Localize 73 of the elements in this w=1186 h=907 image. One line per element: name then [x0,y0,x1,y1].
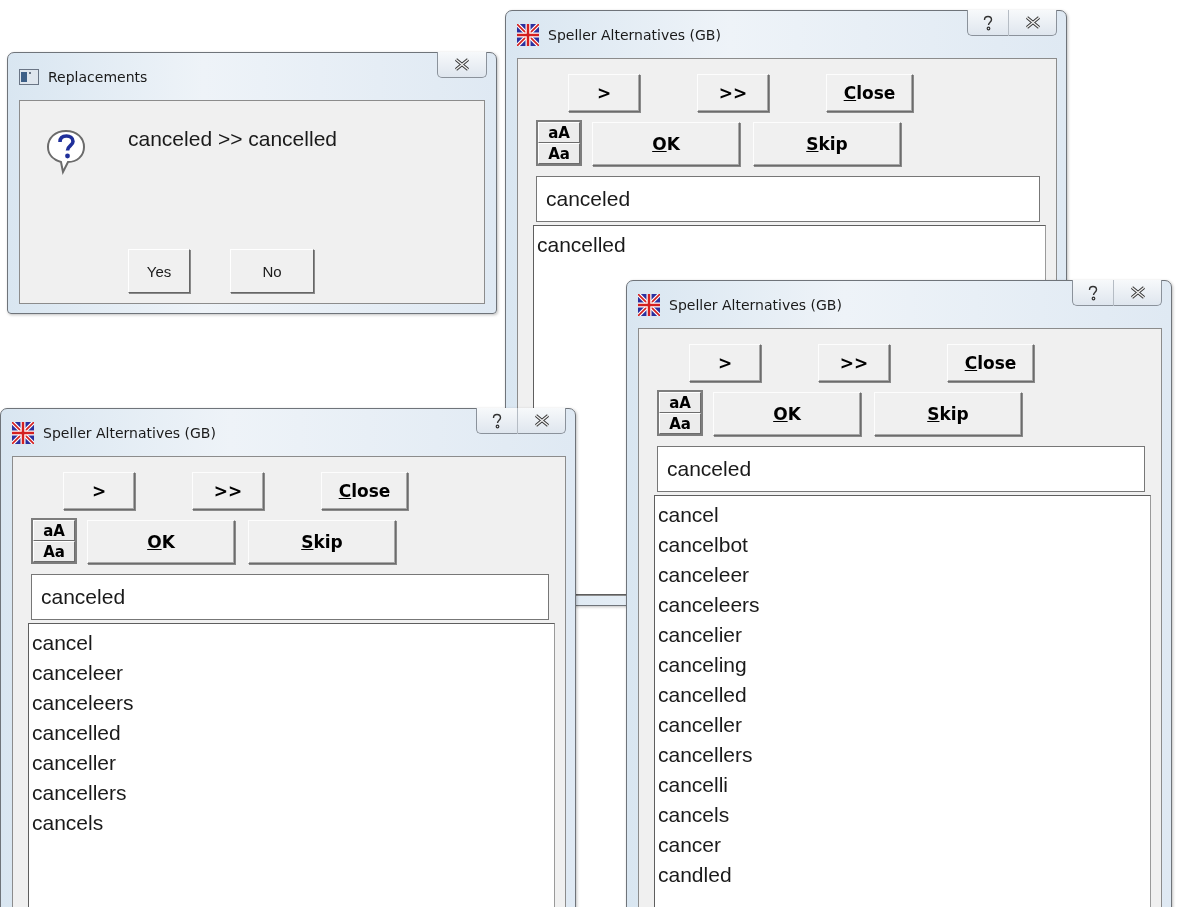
help-button[interactable] [1072,280,1114,306]
help-icon [491,412,503,429]
close-icon [454,58,470,71]
list-item[interactable]: cancelli [658,770,1147,800]
flag-icon [517,23,539,46]
close-icon [1129,286,1146,299]
list-item[interactable]: cancellers [658,740,1147,770]
case-button[interactable]: Aa [659,413,701,434]
list-item[interactable]: canceller [658,710,1147,740]
dialog-button[interactable]: OK [713,392,861,436]
help-button[interactable] [967,10,1009,36]
list-item[interactable]: canceleers [658,590,1147,620]
list-item[interactable]: cancels [32,808,551,838]
dialog-button[interactable]: >> [818,344,890,382]
dialog-button[interactable]: Skip [874,392,1022,436]
close-button[interactable] [1009,10,1057,36]
close-icon [533,414,550,427]
dialog-button[interactable]: Close [947,344,1034,382]
case-button[interactable]: Aa [33,541,75,562]
list-item[interactable]: cancer [658,830,1147,860]
window-title: Speller Alternatives (GB) [669,296,842,313]
case-button[interactable]: aA [538,122,580,143]
list-item[interactable]: cancelled [537,230,1042,260]
window-title: Speller Alternatives (GB) [43,424,216,441]
dialog-button[interactable]: Skip [753,122,901,166]
dialog-button[interactable]: OK [87,520,235,564]
list-item[interactable]: canceleer [32,658,551,688]
close-button[interactable] [518,408,566,434]
dialog-button[interactable]: Skip [248,520,396,564]
question-bubble-icon [46,127,86,177]
case-button[interactable]: aA [33,520,75,541]
close-icon [1024,16,1041,29]
list-item[interactable]: cancels [658,800,1147,830]
list-item[interactable]: cancelled [658,680,1147,710]
list-item[interactable]: cancelbot [658,530,1147,560]
flag-icon [638,293,660,316]
list-item[interactable]: cancellers [32,778,551,808]
alternatives-list[interactable]: cancel canceleer canceleers cancelled canceller cancellers cancels [28,623,555,907]
window-title: Speller Alternatives (GB) [548,26,721,43]
window-title: Replacements [48,68,148,85]
dialog-button[interactable]: Close [826,74,913,112]
help-icon [1087,284,1099,301]
flag-icon [12,421,34,444]
list-item[interactable]: canceleers [32,688,551,718]
list-item[interactable]: cancelier [658,620,1147,650]
close-button[interactable] [1114,280,1162,306]
word-field[interactable]: canceled [657,446,1145,492]
list-item[interactable]: candled [658,860,1147,890]
case-button[interactable]: aA [659,392,701,413]
case-button[interactable]: Aa [538,143,580,164]
help-button[interactable] [476,408,518,434]
dialog-button[interactable]: > [63,472,135,510]
list-item[interactable]: cancel [658,500,1147,530]
close-button[interactable] [437,52,487,78]
dialog-button[interactable]: OK [592,122,740,166]
word-field[interactable]: canceled [31,574,549,620]
dialog-button[interactable]: Yes [128,249,190,293]
dialog-button[interactable]: > [689,344,761,382]
alternatives-list[interactable]: cancel cancelbot canceleer canceleers cancelier canceling cancelled canceller cancellers cancelli cancels cancer candled [654,495,1151,907]
dialog-button[interactable]: >> [697,74,769,112]
word-field[interactable]: canceled [536,176,1040,222]
dialog-button[interactable]: No [230,249,314,293]
list-item[interactable]: canceling [658,650,1147,680]
message-text: canceled >> cancelled [128,127,337,152]
window-icon [19,68,39,85]
list-item[interactable]: canceleer [658,560,1147,590]
list-item[interactable]: cancelled [32,718,551,748]
list-item[interactable]: canceller [32,748,551,778]
dialog-button[interactable]: > [568,74,640,112]
dialog-button[interactable]: Close [321,472,408,510]
list-item[interactable]: cancel [32,628,551,658]
dialog-button[interactable]: >> [192,472,264,510]
help-icon [982,14,994,31]
